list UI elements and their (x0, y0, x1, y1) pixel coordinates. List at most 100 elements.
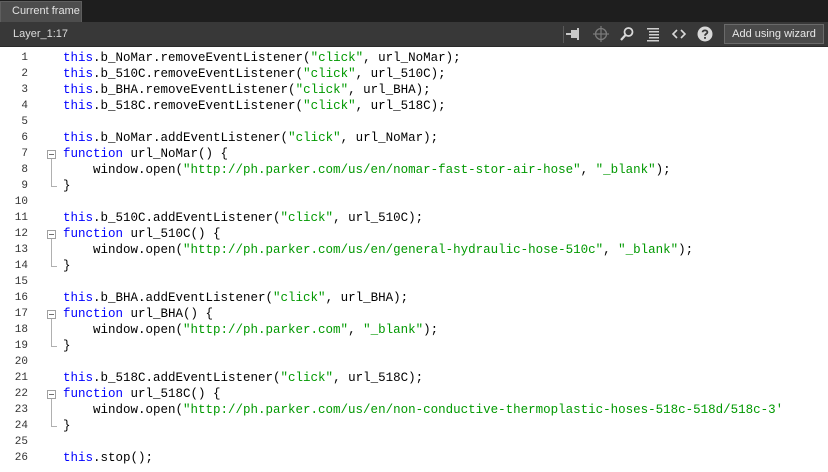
string-token: "click" (295, 83, 349, 97)
fold-toggle-icon[interactable] (47, 390, 56, 399)
line-number: 25 (14, 436, 28, 448)
code-token: .stop(); (93, 451, 154, 465)
code-line: 8 window.open("http://ph.parker.com/us/e… (0, 162, 828, 178)
help-button[interactable] (695, 25, 715, 43)
code-token: url_510C() { (123, 227, 221, 241)
line-number: 11 (14, 212, 28, 224)
keyword-token: function (63, 387, 124, 401)
line-number: 18 (14, 324, 28, 336)
fold-toggle-icon[interactable] (47, 310, 56, 319)
code-text: function url_BHA() { (63, 306, 213, 322)
code-token: } (63, 259, 71, 273)
keyword-token: this (63, 51, 94, 65)
code-line: 10 (0, 194, 828, 210)
code-snippets-button[interactable] (669, 25, 689, 43)
line-number: 16 (14, 292, 28, 304)
code-line: 4 this.b_518C.removeEventListener("click"… (0, 98, 828, 114)
line-number: 13 (14, 244, 28, 256)
tab-current-frame[interactable]: Current frame (0, 1, 82, 22)
code-token: , (348, 323, 364, 337)
keyword-token: this (63, 371, 94, 385)
code-token: ); (423, 323, 439, 337)
fold-guide-end (51, 346, 57, 347)
target-button[interactable] (591, 25, 611, 43)
code-token: window.open( (63, 403, 184, 417)
code-text: window.open("http://ph.parker.com/us/en/… (63, 242, 693, 258)
string-token: "http://ph.parker.com/us/en/general-hydr… (183, 243, 604, 257)
pin-script-button[interactable] (564, 25, 584, 43)
code-text: this.b_NoMar.addEventListener("click", u… (63, 130, 438, 146)
fold-toggle-icon[interactable] (47, 150, 56, 159)
code-text: this.b_BHA.addEventListener("click", url… (63, 290, 408, 306)
keyword-token: function (63, 227, 124, 241)
string-token: "click" (280, 371, 334, 385)
code-line: 15 (0, 274, 828, 290)
line-number: 7 (21, 148, 28, 160)
code-text: function url_NoMar() { (63, 146, 228, 162)
code-token: .b_BHA.addEventListener( (93, 291, 274, 305)
code-line: 7 function url_NoMar() { (0, 146, 828, 162)
code-line: 25 (0, 434, 828, 450)
code-line: 2 this.b_510C.removeEventListener("click"… (0, 66, 828, 82)
fold-guide-end (51, 266, 57, 267)
code-line: 17 function url_BHA() { (0, 306, 828, 322)
code-text: this.b_518C.addEventListener("click", ur… (63, 370, 423, 386)
code-line: 21 this.b_518C.addEventListener("click", … (0, 370, 828, 386)
target-icon (593, 26, 609, 42)
script-scope-label: Layer_1:17 (13, 28, 69, 40)
code-line: 1 this.b_NoMar.removeEventListener("click… (0, 50, 828, 66)
code-line: 22 function url_518C() { (0, 386, 828, 402)
code-line: 16 this.b_BHA.addEventListener("click", u… (0, 290, 828, 306)
line-number: 3 (21, 84, 28, 96)
code-token: .b_510C.addEventListener( (93, 211, 281, 225)
keyword-token: function (63, 147, 124, 161)
code-line: 20 (0, 354, 828, 370)
code-text: } (63, 258, 71, 274)
fold-guide-line (51, 159, 52, 186)
code-text: window.open("http://ph.parker.com/us/en/… (63, 162, 671, 178)
code-text: window.open("http://ph.parker.com", "_bl… (63, 322, 438, 338)
code-token: , url_518C); (333, 371, 424, 385)
find-button[interactable] (617, 25, 637, 43)
code-line: 6 this.b_NoMar.addEventListener("click", … (0, 130, 828, 146)
keyword-token: this (63, 67, 94, 81)
code-line: 5 (0, 114, 828, 130)
code-brackets-icon (671, 29, 687, 39)
code-token: url_NoMar() { (123, 147, 229, 161)
line-number: 12 (14, 228, 28, 240)
fold-toggle-icon[interactable] (47, 230, 56, 239)
line-number: 20 (14, 356, 28, 368)
tab-bar: Current frame (0, 0, 828, 22)
code-editor[interactable]: 1 this.b_NoMar.removeEventListener("click… (0, 47, 828, 472)
keyword-token: this (63, 83, 94, 97)
line-number: 10 (14, 196, 28, 208)
code-token: .b_BHA.removeEventListener( (93, 83, 296, 97)
code-token: , url_510C); (333, 211, 424, 225)
code-token: , url_BHA); (348, 83, 431, 97)
code-token: window.open( (63, 323, 184, 337)
code-text: } (63, 178, 71, 194)
code-line: 11 this.b_510C.addEventListener("click", … (0, 210, 828, 226)
string-token: "http://ph.parker.com/us/en/non-conducti… (183, 403, 784, 417)
code-token: , url_BHA); (325, 291, 409, 305)
string-token: "click" (288, 131, 341, 145)
code-text: } (63, 418, 71, 434)
line-number: 19 (14, 340, 28, 352)
search-icon (620, 27, 634, 41)
line-number: 17 (14, 308, 28, 320)
code-text: this.b_NoMar.removeEventListener("click"… (63, 50, 461, 66)
keyword-token: this (63, 291, 94, 305)
fold-guide-end (51, 186, 57, 187)
line-number: 6 (21, 132, 28, 144)
code-text: function url_510C() { (63, 226, 221, 242)
code-line: 13 window.open("http://ph.parker.com/us/… (0, 242, 828, 258)
code-line: 3 this.b_BHA.removeEventListener("click",… (0, 82, 828, 98)
format-code-button[interactable] (643, 25, 663, 43)
add-using-wizard-button[interactable]: Add using wizard (724, 24, 824, 44)
string-token: "click" (303, 67, 356, 81)
line-number: 5 (21, 116, 28, 128)
code-text: function url_518C() { (63, 386, 221, 402)
code-token: url_518C() { (123, 387, 221, 401)
fold-guide-line (51, 239, 52, 266)
help-icon (697, 26, 713, 42)
